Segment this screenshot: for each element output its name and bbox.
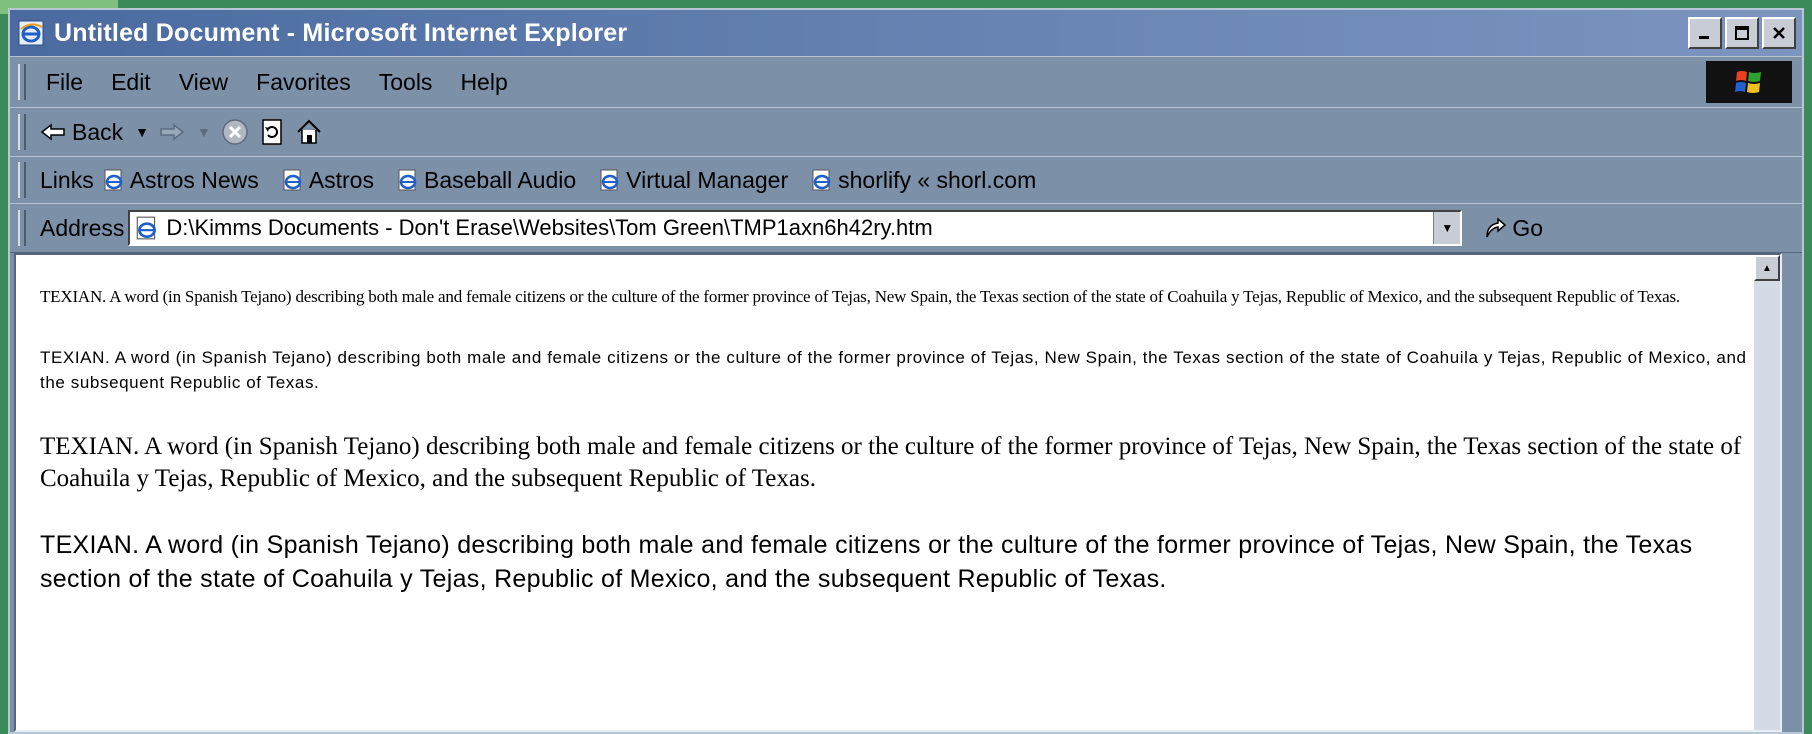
back-label: Back — [72, 118, 124, 145]
minimize-icon — [1699, 36, 1709, 39]
forward-dropdown-icon[interactable]: ▼ — [197, 124, 211, 140]
forward-button[interactable]: ▼ — [159, 122, 211, 142]
address-field[interactable]: D:\Kimms Documents - Don't Erase\Website… — [128, 210, 1463, 246]
ie-page-icon — [137, 216, 157, 240]
page-content: TEXIAN. A word (in Spanish Tejano) descr… — [14, 253, 1782, 732]
home-button[interactable] — [295, 118, 323, 146]
menu-tools[interactable]: Tools — [365, 69, 447, 96]
document-body: TEXIAN. A word (in Spanish Tejano) descr… — [40, 285, 1750, 596]
toolbar-grip[interactable] — [18, 64, 26, 100]
ie-page-icon — [283, 169, 302, 191]
menu-favorites[interactable]: Favorites — [242, 69, 365, 96]
link-label: Baseball Audio — [423, 166, 577, 193]
stop-button[interactable] — [221, 118, 249, 146]
address-value[interactable]: D:\Kimms Documents - Don't Erase\Website… — [166, 215, 932, 241]
link-baseball-audio[interactable]: Baseball Audio — [396, 167, 576, 194]
paragraph-texian-small-sans: TEXIAN. A word (in Spanish Tejano) descr… — [40, 348, 1747, 392]
links-label: Links — [40, 166, 94, 193]
vertical-scrollbar[interactable]: ▲ — [1754, 255, 1780, 730]
browser-window: Untitled Document - Microsoft Internet E… — [8, 8, 1804, 734]
go-label: Go — [1512, 214, 1544, 241]
windows-logo-icon — [1735, 71, 1761, 93]
stop-icon — [222, 119, 248, 145]
window-title: Untitled Document - Microsoft Internet E… — [54, 18, 628, 47]
scroll-up-button[interactable]: ▲ — [1754, 255, 1780, 281]
ie-page-icon — [600, 169, 619, 191]
back-arrow-icon — [40, 123, 65, 141]
toolbar-grip[interactable] — [18, 162, 26, 198]
paragraph-texian-small-serif: TEXIAN. A word (in Spanish Tejano) descr… — [40, 287, 1680, 306]
maximize-icon — [1735, 26, 1749, 40]
link-virtual-manager[interactable]: Virtual Manager — [598, 167, 788, 194]
address-label: Address — [40, 214, 125, 241]
window-controls — [1688, 17, 1796, 49]
ie-page-icon — [812, 169, 831, 191]
paragraph-texian-large-serif: TEXIAN. A word (in Spanish Tejano) descr… — [40, 433, 1742, 492]
address-dropdown-button[interactable]: ▼ — [1433, 212, 1461, 244]
toolbar-grip[interactable] — [18, 114, 26, 150]
menu-file[interactable]: File — [40, 69, 97, 96]
link-astros[interactable]: Astros — [281, 167, 374, 194]
title-bar[interactable]: Untitled Document - Microsoft Internet E… — [10, 10, 1802, 56]
link-label: Astros News — [129, 166, 259, 193]
forward-arrow-icon — [160, 123, 185, 141]
ie-page-icon — [398, 169, 417, 191]
go-button[interactable]: Go — [1482, 215, 1543, 242]
chevron-down-icon: ▼ — [1441, 221, 1454, 235]
go-arrow-icon — [1486, 217, 1507, 238]
minimize-button[interactable] — [1688, 17, 1722, 49]
menu-edit[interactable]: Edit — [97, 69, 165, 96]
links-toolbar: Links Astros News Astros Baseball Audio … — [10, 156, 1802, 204]
home-icon — [297, 119, 321, 144]
close-button[interactable] — [1762, 17, 1796, 49]
back-button[interactable]: Back ▼ — [40, 119, 149, 146]
back-dropdown-icon[interactable]: ▼ — [135, 124, 149, 140]
refresh-button[interactable] — [259, 118, 285, 146]
link-label: Astros — [308, 166, 374, 193]
close-icon — [1773, 27, 1785, 39]
ie-page-icon — [104, 169, 122, 191]
link-astros-news[interactable]: Astros News — [102, 167, 259, 194]
chevron-up-icon: ▲ — [1762, 262, 1772, 274]
link-label: Virtual Manager — [626, 166, 789, 193]
windows-throbber — [1706, 61, 1792, 103]
standard-buttons-toolbar: Back ▼ ▼ — [10, 107, 1802, 157]
maximize-button[interactable] — [1725, 17, 1759, 49]
paragraph-texian-large-sans: TEXIAN. A word (in Spanish Tejano) descr… — [40, 531, 1693, 593]
refresh-icon — [262, 119, 282, 145]
menu-help[interactable]: Help — [446, 69, 521, 96]
ie-logo-icon — [18, 20, 44, 46]
menu-bar: File Edit View Favorites Tools Help — [10, 56, 1802, 108]
link-shorlify[interactable]: shorlify « shorl.com — [810, 167, 1036, 194]
address-toolbar: Address D:\Kimms Documents - Don't Erase… — [10, 203, 1802, 253]
link-label: shorlify « shorl.com — [838, 166, 1037, 193]
toolbar-grip[interactable] — [18, 210, 26, 246]
menu-view[interactable]: View — [165, 69, 242, 96]
